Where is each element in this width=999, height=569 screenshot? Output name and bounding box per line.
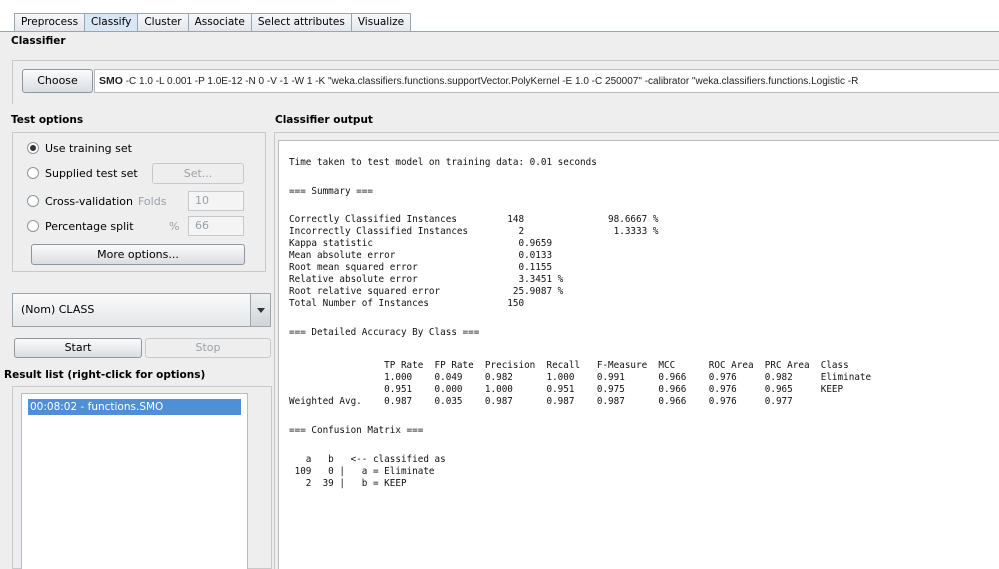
output-line: 1.000 0.049 0.982 1.000 0.991 0.966 0.97…	[289, 372, 872, 383]
classifier-command-field[interactable]: SMO -C 1.0 -L 0.001 -P 1.0E-12 -N 0 -V -…	[94, 69, 999, 93]
classifier-output-text-area[interactable]: Time taken to test model on training dat…	[278, 140, 999, 569]
stop-button[interactable]: Stop	[145, 338, 271, 358]
tab-select-attributes[interactable]: Select attributes	[250, 13, 352, 32]
percentage-split-label: Percentage split	[45, 219, 134, 233]
more-options-button[interactable]: More options...	[31, 244, 245, 265]
radio-unselected-icon[interactable]	[27, 167, 39, 179]
radio-selected-icon[interactable]	[27, 142, 39, 154]
class-attribute-select[interactable]: (Nom) CLASS	[12, 293, 271, 327]
radio-unselected-icon[interactable]	[27, 220, 39, 232]
output-line: Relative absolute error 3.3451 %	[289, 274, 564, 285]
tab-visualize[interactable]: Visualize	[350, 13, 412, 32]
output-line: === Detailed Accuracy By Class ===	[289, 327, 480, 338]
output-line: 2 39 | b = KEEP	[289, 478, 407, 489]
tab-associate[interactable]: Associate	[187, 13, 252, 32]
output-line: 0.951 0.000 1.000 0.951 0.975 0.966 0.97…	[289, 384, 844, 395]
classifier-algorithm-name: SMO	[99, 75, 123, 87]
supplied-test-set-label: Supplied test set	[45, 166, 138, 180]
use-training-set-label: Use training set	[45, 141, 132, 155]
percentage-split-option[interactable]: Percentage split	[27, 217, 134, 235]
tab-strip: Preprocess Classify Cluster Associate Se…	[14, 13, 412, 32]
start-button[interactable]: Start	[14, 338, 142, 358]
tab-cluster[interactable]: Cluster	[137, 13, 189, 32]
result-list-item[interactable]: 00:08:02 - functions.SMO	[28, 399, 241, 415]
tab-divider	[0, 31, 999, 32]
output-line: Weighted Avg. 0.987 0.035 0.987 0.987 0.…	[289, 396, 793, 407]
output-line: Mean absolute error 0.0133	[289, 250, 553, 261]
output-line: Kappa statistic 0.9659	[289, 238, 553, 249]
classifier-output-title: Classifier output	[275, 114, 373, 126]
test-options-title: Test options	[11, 114, 84, 126]
output-line: Root mean squared error 0.1155	[289, 262, 553, 273]
set-button[interactable]: Set...	[152, 163, 244, 184]
output-line: 109 0 | a = Eliminate	[289, 466, 435, 477]
folds-input[interactable]: 10	[188, 191, 244, 211]
percent-label: %	[169, 220, 180, 233]
percent-input[interactable]: 66	[188, 216, 244, 236]
folds-label: Folds	[138, 195, 167, 208]
cross-validation-option[interactable]: Cross-validation	[27, 192, 133, 210]
output-line: Time taken to test model on training dat…	[289, 157, 597, 168]
output-line: TP Rate FP Rate Precision Recall F-Measu…	[289, 360, 849, 371]
cross-validation-label: Cross-validation	[45, 194, 133, 208]
output-line: Total Number of Instances 150	[289, 298, 525, 309]
output-line: Incorrectly Classified Instances 2 1.333…	[289, 226, 659, 237]
output-line: a b <-- classified as	[289, 454, 446, 465]
choose-button[interactable]: Choose	[22, 69, 93, 93]
weka-explorer-window: Preprocess Classify Cluster Associate Se…	[0, 0, 999, 569]
result-list[interactable]: 00:08:02 - functions.SMO	[21, 393, 248, 569]
output-line: === Confusion Matrix ===	[289, 425, 424, 436]
classifier-options-text: -C 1.0 -L 0.001 -P 1.0E-12 -N 0 -V -1 -W…	[122, 76, 859, 87]
tab-preprocess[interactable]: Preprocess	[14, 13, 86, 32]
output-line: Correctly Classified Instances 148 98.66…	[289, 214, 659, 225]
class-attribute-value: (Nom) CLASS	[21, 303, 95, 316]
result-list-title: Result list (right-click for options)	[4, 369, 206, 381]
output-line: Root relative squared error 25.9087 %	[289, 286, 564, 297]
classifier-section-title: Classifier	[11, 35, 66, 47]
output-line: === Summary ===	[289, 186, 373, 197]
chevron-down-icon[interactable]	[250, 294, 270, 326]
use-training-set-option[interactable]: Use training set	[27, 139, 132, 157]
tab-bar: Preprocess Classify Cluster Associate Se…	[0, 0, 999, 32]
tab-classify[interactable]: Classify	[84, 13, 139, 32]
supplied-test-set-option[interactable]: Supplied test set	[27, 164, 138, 182]
radio-unselected-icon[interactable]	[27, 195, 39, 207]
